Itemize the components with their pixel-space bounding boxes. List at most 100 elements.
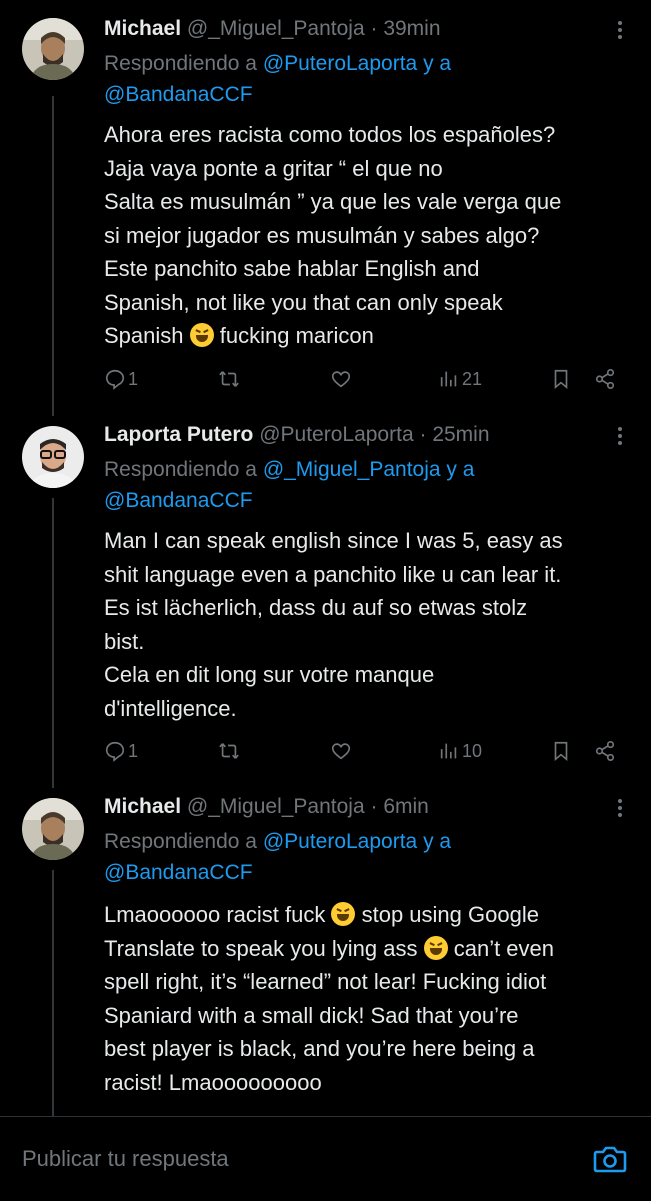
reply-input[interactable]: Publicar tu respuesta <box>22 1141 562 1177</box>
mention-link[interactable]: @_Miguel_Pantoja <box>263 458 441 481</box>
text-line: Jaja vaya ponte a gritar “ el que no <box>104 155 443 181</box>
timestamp[interactable]: 39min <box>383 17 440 40</box>
display-name[interactable]: Laporta Putero <box>104 423 253 446</box>
repost-button[interactable] <box>218 736 240 766</box>
replying-to-label: Respondiendo a <box>104 52 257 75</box>
text-line: Man I can speak english since I was 5, e… <box>104 528 563 553</box>
tweet-header: Michael @_Miguel_Pantoja · 6min <box>104 790 429 824</box>
view-count: 21 <box>462 368 483 389</box>
share-icon <box>595 369 615 389</box>
text-line: Spanish fucking maricon <box>104 319 634 353</box>
reply-conjunction[interactable]: y a <box>423 52 451 75</box>
more-options-icon[interactable] <box>615 424 625 448</box>
views-button[interactable]: 21 <box>438 364 482 394</box>
tweet-actions: 1 21 <box>104 364 624 394</box>
text-line: Lmaoooooo racist fuck stop using Google <box>104 898 634 932</box>
heart-icon <box>331 371 351 388</box>
mention-link[interactable]: @PuteroLaporta <box>263 52 417 75</box>
like-button[interactable] <box>330 364 352 394</box>
reply-composer-bar: Publicar tu respuesta <box>0 1116 651 1201</box>
text-line: Translate to speak you lying ass can’t e… <box>104 932 634 966</box>
reply-count: 1 <box>128 368 139 389</box>
text-line: d'intelligence. <box>104 695 237 721</box>
text-fragment: Spanish <box>104 323 184 348</box>
bookmark-icon <box>554 369 568 390</box>
more-options-icon[interactable] <box>615 796 625 820</box>
text-line: Spanish, not like you that can only spea… <box>104 289 503 315</box>
share-button[interactable] <box>594 364 616 394</box>
tweet-actions: 1 10 <box>104 736 624 766</box>
avatar[interactable] <box>22 18 84 80</box>
repost-button[interactable] <box>218 364 240 394</box>
share-icon <box>595 741 615 761</box>
separator: · <box>419 423 427 446</box>
reply-icon <box>105 369 125 390</box>
replying-to: Respondiendo a @PuteroLaporta y a @Banda… <box>104 48 624 110</box>
text-line: bist. <box>104 628 145 654</box>
text-fragment: stop using Google <box>361 902 539 927</box>
repost-icon <box>219 371 239 387</box>
mention-link[interactable]: @BandanaCCF <box>104 861 253 884</box>
user-handle[interactable]: @_Miguel_Pantoja <box>187 17 365 40</box>
repost-icon <box>219 743 239 759</box>
analytics-icon <box>440 371 457 387</box>
bookmark-button[interactable] <box>550 736 572 766</box>
bookmark-button[interactable] <box>550 364 572 394</box>
mention-link[interactable]: @BandanaCCF <box>104 83 253 106</box>
avatar[interactable] <box>22 426 84 488</box>
tweet[interactable]: Michael @_Miguel_Pantoja · 6min Respondi… <box>0 790 651 1116</box>
timestamp[interactable]: 6min <box>383 795 429 818</box>
text-line: Este panchito sabe hablar English and <box>104 256 480 281</box>
text-fragment: can’t even <box>453 935 555 961</box>
tweet[interactable]: Laporta Putero @PuteroLaporta · 25min Re… <box>0 418 651 788</box>
replying-to: Respondiendo a @_Miguel_Pantoja y a @Ban… <box>104 454 624 516</box>
laughing-emoji-icon <box>189 323 214 347</box>
separator: · <box>370 17 378 40</box>
text-line: si mejor jugador es musulmán y sabes alg… <box>104 222 540 248</box>
reply-count: 1 <box>128 740 139 761</box>
like-button[interactable] <box>330 736 352 766</box>
reply-conjunction[interactable]: y a <box>423 830 451 853</box>
display-name[interactable]: Michael <box>104 795 181 818</box>
replying-to: Respondiendo a @PuteroLaporta y a @Banda… <box>104 826 624 888</box>
mention-link[interactable]: @PuteroLaporta <box>263 830 417 853</box>
heart-icon <box>331 743 351 760</box>
text-line: Salta es musulmán ” ya que les vale verg… <box>104 189 562 214</box>
camera-icon[interactable] <box>592 1141 628 1177</box>
text-line: best player is black, and you’re here be… <box>104 1036 535 1061</box>
tweet-header: Laporta Putero @PuteroLaporta · 25min <box>104 418 490 452</box>
share-button[interactable] <box>594 736 616 766</box>
more-options-icon[interactable] <box>615 18 625 42</box>
views-button[interactable]: 10 <box>438 736 482 766</box>
replying-to-label: Respondiendo a <box>104 458 257 481</box>
text-fragment: Translate to speak you lying ass <box>104 935 418 961</box>
timestamp[interactable]: 25min <box>432 423 489 446</box>
avatar[interactable] <box>22 798 84 860</box>
reply-conjunction[interactable]: y a <box>446 458 474 481</box>
mention-link[interactable]: @BandanaCCF <box>104 489 253 512</box>
text-fragment: fucking maricon <box>219 323 374 348</box>
text-line: Es ist lächerlich, dass du auf so etwas … <box>104 595 528 620</box>
bookmark-icon <box>554 741 568 762</box>
display-name[interactable]: Michael <box>104 17 181 40</box>
tweet[interactable]: Michael @_Miguel_Pantoja · 39min Respond… <box>0 12 651 402</box>
text-line: spell right, it’s “learned” not lear! Fu… <box>104 969 547 994</box>
text-line: racist! Lmaooooooooo <box>104 1069 322 1095</box>
tweet-header: Michael @_Miguel_Pantoja · 39min <box>104 12 441 46</box>
laughing-emoji-icon <box>423 935 448 960</box>
user-handle[interactable]: @_Miguel_Pantoja <box>187 795 365 818</box>
text-line: Cela en dit long sur votre manque <box>104 662 435 687</box>
text-fragment: Lmaoooooo racist fuck <box>104 902 326 927</box>
reply-button[interactable]: 1 <box>104 364 138 394</box>
user-handle[interactable]: @PuteroLaporta <box>259 423 413 446</box>
text-line: Ahora eres racista como todos los españo… <box>104 122 556 147</box>
text-line: shit language even a panchito like u can… <box>104 561 562 587</box>
tweet-text: Man I can speak english since I was 5, e… <box>104 524 634 725</box>
laughing-emoji-icon <box>331 902 356 926</box>
reply-button[interactable]: 1 <box>104 736 138 766</box>
separator: · <box>370 795 378 818</box>
replying-to-label: Respondiendo a <box>104 830 257 853</box>
tweet-text: Lmaoooooo racist fuck stop using Google … <box>104 898 634 1099</box>
tweet-text: Ahora eres racista como todos los españo… <box>104 118 634 353</box>
reply-icon <box>105 741 125 762</box>
